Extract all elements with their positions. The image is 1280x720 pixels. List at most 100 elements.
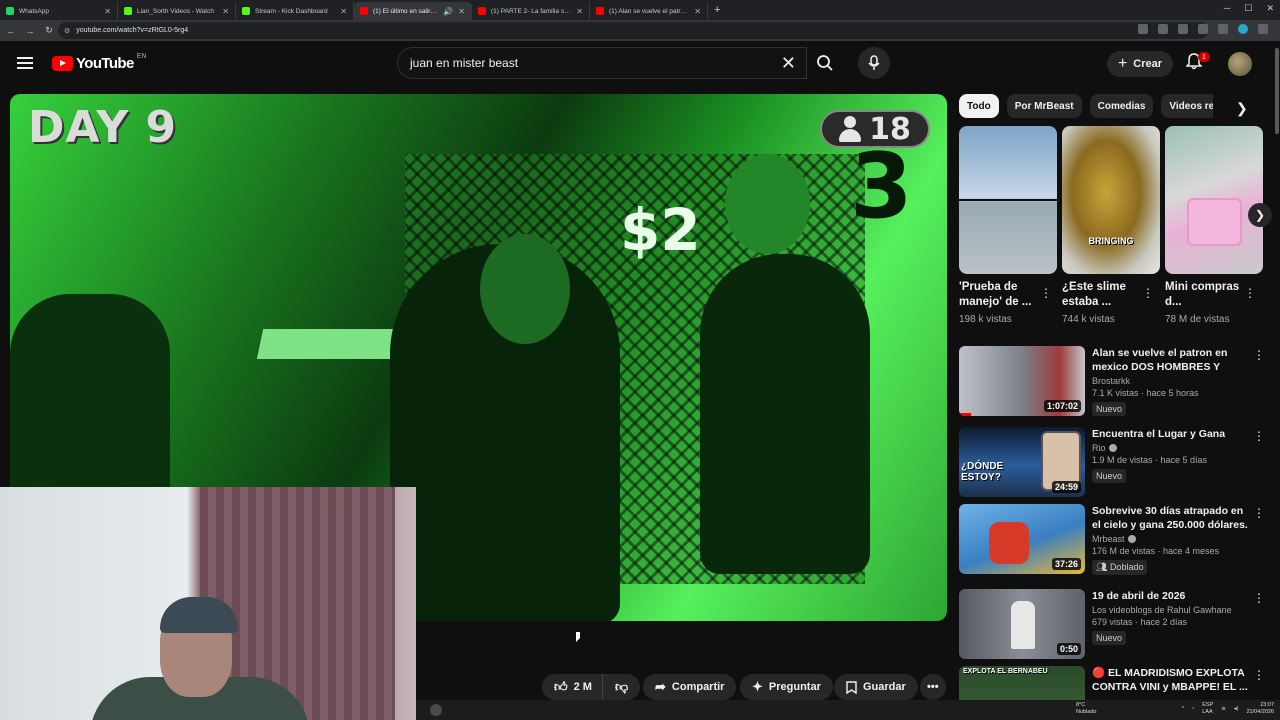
- page-scrollbar-track[interactable]: [1274, 44, 1280, 700]
- window-controls: ─ ☐ ✕: [1224, 3, 1274, 14]
- like-button[interactable]: 👍︎ 2 M: [542, 674, 602, 700]
- video-title[interactable]: 19 de abril de 2026: [1092, 589, 1252, 603]
- close-tab-icon[interactable]: ✕: [458, 7, 465, 16]
- video-more-icon[interactable]: ⋮: [1253, 429, 1265, 443]
- reload-icon[interactable]: ↻: [41, 25, 57, 36]
- minimize-icon[interactable]: ─: [1224, 3, 1230, 14]
- wifi-icon[interactable]: ≋: [1221, 706, 1226, 712]
- tray-expand-icon[interactable]: ^: [1182, 706, 1185, 712]
- video-title[interactable]: Sobrevive 30 días atrapado en el cielo y…: [1092, 504, 1252, 532]
- tab-youtube-active[interactable]: (1) El último en salir del sup 🔊 ✕: [354, 2, 472, 20]
- video-thumbnail[interactable]: EXPLOTA EL BERNABEU: [959, 666, 1085, 700]
- share-button[interactable]: ➦ Compartir: [643, 674, 737, 700]
- page-scrollbar-thumb[interactable]: [1275, 48, 1279, 134]
- extension-icons: [1138, 24, 1268, 34]
- chip-by-mrbeast[interactable]: Por MrBeast: [1006, 94, 1082, 118]
- video-title[interactable]: 🔴 EL MADRIDISMO EXPLOTA CONTRA VINI y MB…: [1092, 666, 1252, 694]
- video-more-icon[interactable]: ⋮: [1253, 506, 1265, 520]
- weather-widget[interactable]: 8°C Nublado: [1076, 702, 1097, 716]
- voice-search-button[interactable]: [858, 47, 890, 79]
- dubbed-label: Doblado: [1109, 562, 1144, 572]
- tab-kick-videos[interactable]: Lian_Sorth Videos - Watch ✕: [118, 2, 236, 20]
- close-tab-icon[interactable]: ✕: [222, 7, 229, 16]
- lang-code: ESP: [1202, 702, 1214, 708]
- chip-comedies[interactable]: Comedias: [1089, 94, 1154, 118]
- clear-search-icon[interactable]: ✕: [781, 53, 796, 74]
- language-indicator[interactable]: ESP LAA: [1202, 702, 1213, 716]
- short-more-icon[interactable]: ⋮: [1040, 286, 1052, 300]
- recommendation-item[interactable]: 1:07:02 Alan se vuelve el patron en mexi…: [959, 346, 1265, 418]
- tab-youtube-2[interactable]: (1) PARTE 2- La familia se e ✕: [472, 2, 590, 20]
- recommendation-item[interactable]: 0:50 19 de abril de 2026 Los videoblogs …: [959, 589, 1265, 661]
- ask-button[interactable]: ✦ Preguntar: [740, 674, 833, 700]
- shorts-next-icon[interactable]: ❯: [1248, 203, 1272, 227]
- short-thumbnail[interactable]: [1165, 126, 1263, 274]
- video-more-icon[interactable]: ⋮: [1253, 591, 1265, 605]
- channel-name[interactable]: Rio: [1092, 443, 1252, 453]
- video-thumbnail[interactable]: ¿DÓNDE ESTOY? 24:59: [959, 427, 1085, 497]
- channel-name[interactable]: Mrbeast: [1092, 534, 1252, 544]
- dislike-button[interactable]: 👎︎: [601, 674, 641, 700]
- tab-title: (1) El último en salir del sup: [373, 7, 438, 15]
- tab-whatsapp[interactable]: WhatsApp ✕: [0, 2, 118, 20]
- clock-time: 23:07: [1260, 702, 1274, 708]
- chip-related[interactable]: Videos rel: [1161, 94, 1214, 118]
- taskbar-app-icon[interactable]: [430, 704, 442, 716]
- tab-kick-dashboard[interactable]: Stream - Kick Dashboard ✕: [236, 2, 354, 20]
- video-thumbnail[interactable]: 0:50: [959, 589, 1085, 659]
- chip-all[interactable]: Todo: [959, 94, 999, 118]
- shorts-shelf: 'Prueba de manejo' de ... 198 k vistas B…: [959, 126, 1263, 325]
- create-button[interactable]: + Crear: [1107, 51, 1173, 77]
- close-tab-icon[interactable]: ✕: [694, 7, 701, 16]
- video-meta: 176 M de vistas · hace 4 meses: [1092, 546, 1220, 556]
- close-tab-icon[interactable]: ✕: [104, 7, 111, 16]
- search-input[interactable]: juan en mister beast ✕: [397, 47, 807, 79]
- user-avatar[interactable]: [1228, 52, 1252, 76]
- recommendation-item[interactable]: EXPLOTA EL BERNABEU 🔴 EL MADRIDISMO EXPL…: [959, 666, 1264, 700]
- close-tab-icon[interactable]: ✕: [576, 7, 583, 16]
- volume-icon[interactable]: ◂): [1234, 706, 1239, 712]
- site-info-icon[interactable]: ⚙: [64, 27, 70, 35]
- video-title[interactable]: Alan se vuelve el patron en mexico DOS H…: [1092, 346, 1252, 374]
- video-title[interactable]: Encuentra el Lugar y Gana: [1092, 427, 1252, 441]
- tray-icon[interactable]: ▫: [1192, 706, 1194, 712]
- short-thumbnail[interactable]: BRINGING: [1062, 126, 1160, 274]
- translate-icon[interactable]: [1138, 24, 1148, 34]
- menu-dots-icon[interactable]: [1258, 24, 1268, 34]
- short-thumbnail[interactable]: [959, 126, 1057, 274]
- video-more-icon[interactable]: ⋮: [1253, 668, 1264, 682]
- short-views: 78 M de vistas: [1165, 314, 1230, 325]
- short-more-icon[interactable]: ⋮: [1244, 286, 1256, 300]
- close-window-icon[interactable]: ✕: [1266, 3, 1274, 14]
- recommendation-item[interactable]: 37:26 Sobrevive 30 días atrapado en el c…: [959, 504, 1265, 576]
- back-icon[interactable]: ←: [3, 26, 19, 36]
- save-button[interactable]: Guardar: [834, 674, 918, 700]
- close-tab-icon[interactable]: ✕: [340, 7, 347, 16]
- bookmark-star-icon[interactable]: [1198, 24, 1208, 34]
- new-tab-icon[interactable]: +: [708, 4, 720, 16]
- speaker-icon[interactable]: 🔊: [443, 7, 453, 16]
- short-more-icon[interactable]: ⋮: [1142, 286, 1154, 300]
- recommendation-item[interactable]: ¿DÓNDE ESTOY? 24:59 Encuentra el Lugar y…: [959, 427, 1265, 499]
- url-field[interactable]: ⚙ youtube.com/watch?v=zRtGL0-5rg4: [58, 22, 1208, 39]
- more-actions-button[interactable]: •••: [920, 674, 946, 700]
- chips-next-icon[interactable]: ❯: [1236, 100, 1248, 117]
- profile-icon[interactable]: [1238, 24, 1248, 34]
- channel-name[interactable]: Brostarkk: [1092, 376, 1252, 386]
- youtube-logo[interactable]: YouTube EN: [52, 53, 146, 72]
- video-thumbnail[interactable]: 1:07:02: [959, 346, 1085, 416]
- video-duration: 24:59: [1051, 481, 1081, 493]
- video-more-icon[interactable]: ⋮: [1253, 348, 1265, 362]
- extensions-puzzle-icon[interactable]: [1218, 24, 1228, 34]
- clock[interactable]: 23:07 21/04/2026: [1246, 702, 1274, 716]
- channel-name[interactable]: Los videoblogs de Rahul Gawhane: [1092, 605, 1252, 615]
- forward-icon[interactable]: →: [22, 26, 38, 36]
- video-thumbnail[interactable]: 37:26: [959, 504, 1085, 574]
- zoom-icon[interactable]: [1158, 24, 1168, 34]
- hamburger-menu-icon[interactable]: [17, 57, 33, 69]
- video-info: Sobrevive 30 días atrapado en el cielo y…: [1092, 504, 1252, 575]
- maximize-icon[interactable]: ☐: [1244, 3, 1252, 14]
- search-button[interactable]: [807, 47, 843, 79]
- share-page-icon[interactable]: [1178, 24, 1188, 34]
- tab-youtube-3[interactable]: (1) Alan se vuelve el patron en ✕: [590, 2, 708, 20]
